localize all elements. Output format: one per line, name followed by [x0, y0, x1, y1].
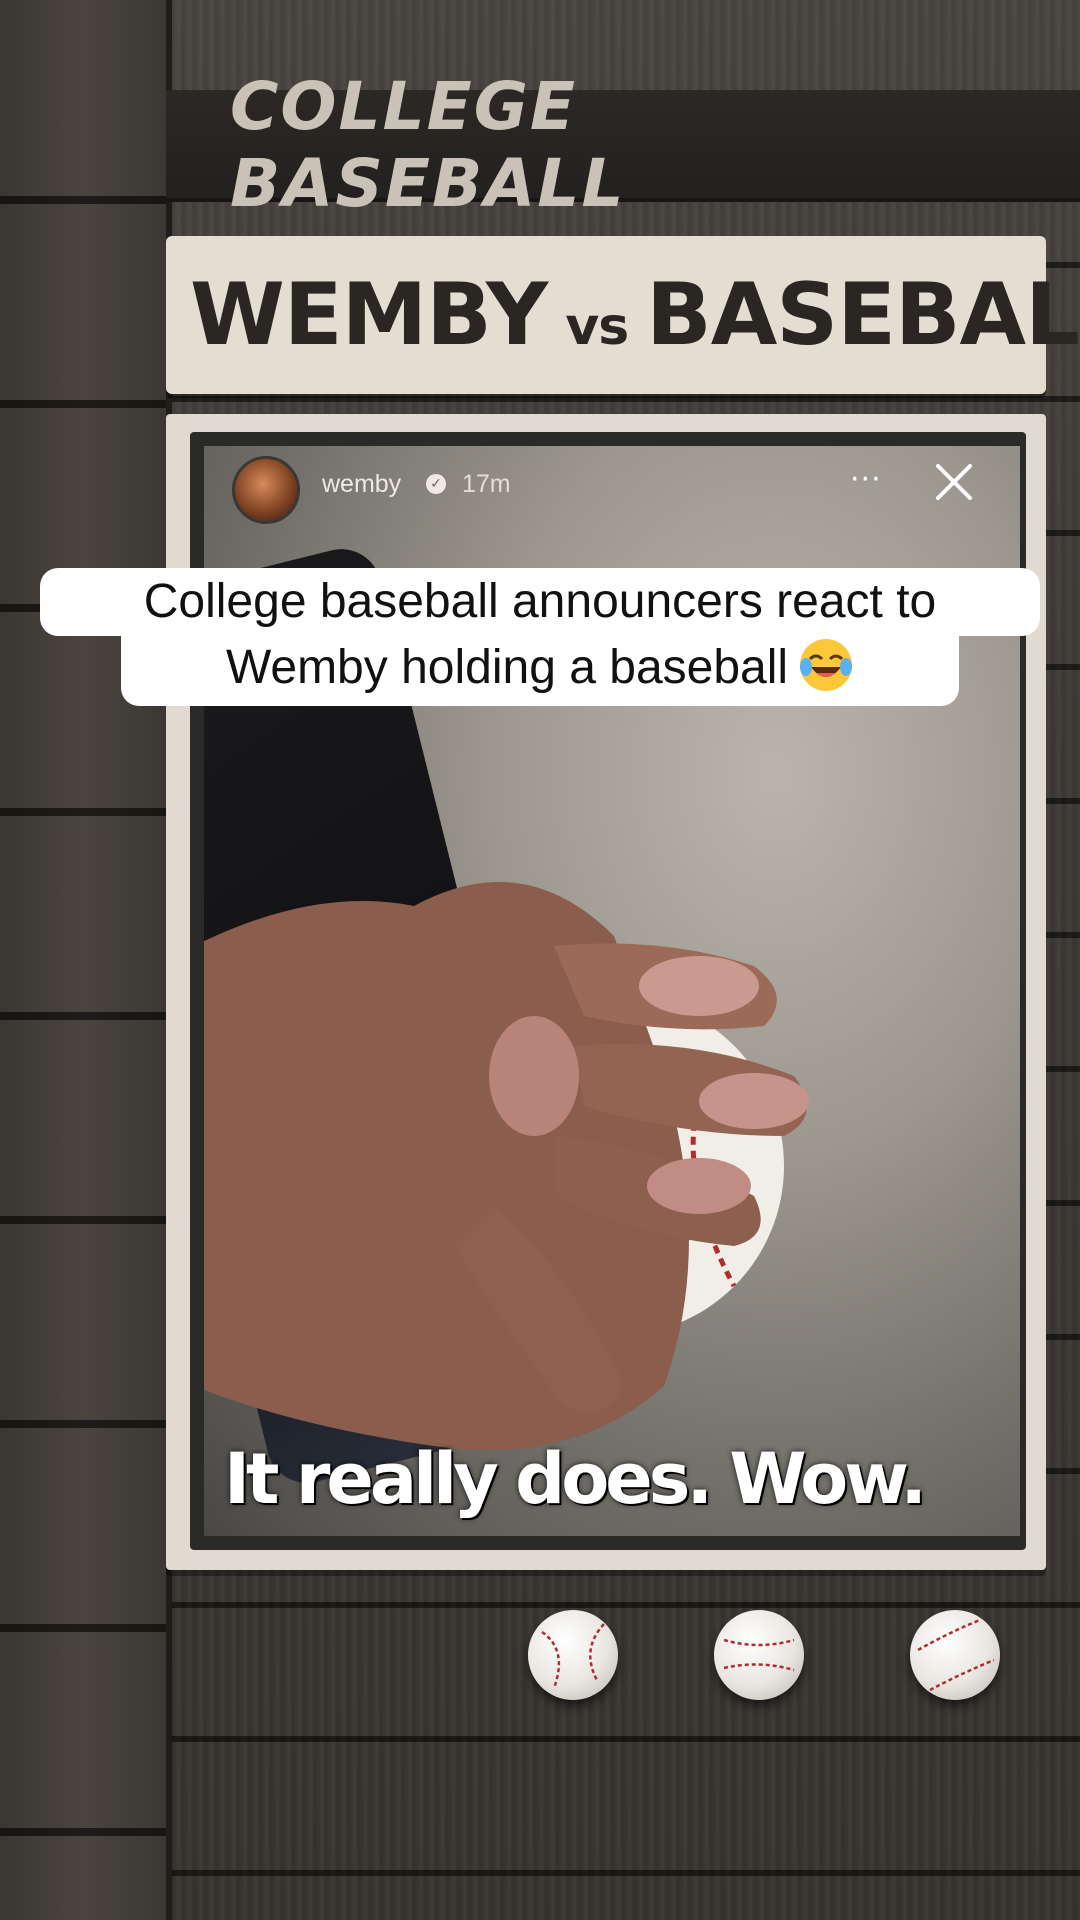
hand-holding-baseball-image [204, 882, 809, 1450]
matchup-vs: vs [565, 297, 629, 357]
face-with-tears-of-joy-icon [800, 639, 853, 691]
matchup-left: WEMBY [190, 265, 548, 365]
baseball-icon [528, 1610, 618, 1700]
story-username[interactable]: wemby [322, 470, 401, 499]
video-subtitle: It really does. Wow. [224, 1438, 927, 1520]
baseball-icon [910, 1610, 1000, 1700]
caption-line-2: Wemby holding a baseball [121, 634, 959, 706]
baseball-icon [714, 1610, 804, 1700]
more-options-icon[interactable]: ··· [850, 462, 882, 497]
header-title: COLLEGE BASEBALL [230, 68, 626, 222]
close-icon[interactable] [926, 454, 982, 510]
overlay-caption: College baseball announcers react to Wem… [0, 568, 1080, 706]
caption-line-2-text: Wemby holding a baseball [225, 641, 789, 694]
wood-rail [0, 0, 172, 1920]
verified-badge-icon: ✓ [426, 474, 446, 494]
matchup-right: BASEBALL [646, 265, 1080, 365]
story-time: 17m [462, 470, 511, 498]
matchup-title: WEMBY vs BASEBALL [190, 265, 1080, 365]
caption-line-1: College baseball announcers react to [40, 568, 1040, 636]
avatar[interactable] [232, 456, 300, 524]
story-header: wemby ✓ 17m ··· [204, 446, 1020, 536]
matchup-card: WEMBY vs BASEBALL [166, 236, 1080, 394]
